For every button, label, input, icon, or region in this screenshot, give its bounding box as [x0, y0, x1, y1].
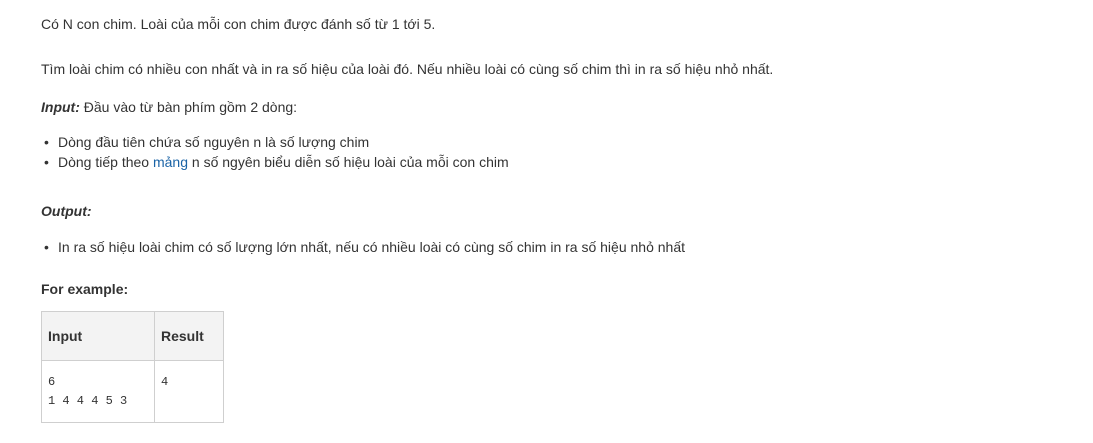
list-item-text: In ra số hiệu loài chim có số lượng lớn …	[58, 239, 685, 255]
output-list: • In ra số hiệu loài chim có số lượng lớ…	[41, 237, 685, 257]
list-item-text-before: Dòng tiếp theo	[58, 154, 153, 170]
example-heading: For example:	[41, 281, 129, 297]
column-header-input: Input	[41, 311, 155, 361]
input-description: Input: Đầu vào từ bàn phím gồm 2 dòng:	[41, 99, 297, 115]
example-input-cell: 6 1 4 4 4 5 3	[41, 360, 155, 423]
list-item: • In ra số hiệu loài chim có số lượng lớ…	[41, 237, 685, 257]
output-label: Output:	[41, 203, 92, 219]
task-text: Tìm loài chim có nhiều con nhất và in ra…	[41, 61, 774, 77]
list-item-text: Dòng đầu tiên chứa số nguyên n là số lượ…	[58, 134, 370, 150]
array-link[interactable]: mảng	[153, 154, 188, 170]
column-header-result: Result	[154, 311, 224, 361]
bullet-icon: •	[44, 134, 49, 150]
input-text: Đầu vào từ bàn phím gồm 2 dòng:	[79, 99, 298, 115]
list-item: • Dòng tiếp theo mảng n số ngyên biểu di…	[41, 152, 509, 172]
output-heading: Output:	[41, 203, 92, 219]
example-result: 4	[161, 375, 169, 389]
list-item: • Dòng đầu tiên chứa số nguyên n là số l…	[41, 132, 509, 152]
bullet-icon: •	[44, 239, 49, 255]
list-item-text-after: n số ngyên biểu diễn số hiệu loài của mỗ…	[188, 154, 509, 170]
example-input: 6 1 4 4 4 5 3	[48, 375, 128, 408]
input-label: Input:	[41, 99, 80, 115]
intro-text: Có N con chim. Loài của mỗi con chim đượ…	[41, 16, 436, 32]
input-list: • Dòng đầu tiên chứa số nguyên n là số l…	[41, 132, 509, 172]
table-header-row: Input Result	[41, 311, 224, 361]
table-row: 6 1 4 4 4 5 3 4	[41, 360, 224, 423]
example-table: Input Result 6 1 4 4 4 5 3 4	[41, 311, 224, 423]
example-result-cell: 4	[154, 360, 224, 423]
bullet-icon: •	[44, 154, 49, 170]
